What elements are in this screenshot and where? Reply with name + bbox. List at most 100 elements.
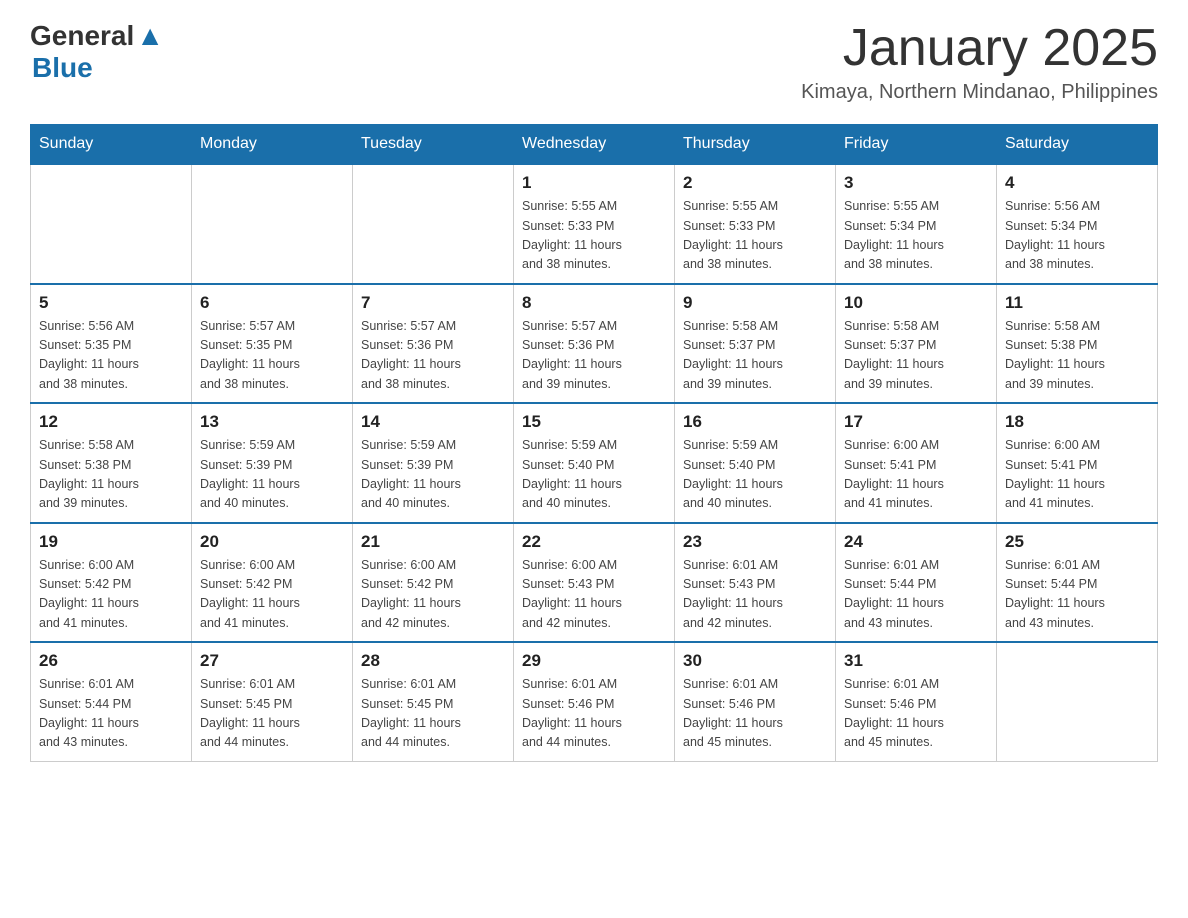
day-info: Sunrise: 5:55 AM Sunset: 5:34 PM Dayligh… (844, 197, 988, 275)
day-info: Sunrise: 6:01 AM Sunset: 5:44 PM Dayligh… (39, 675, 183, 753)
day-number: 28 (361, 651, 505, 671)
day-info: Sunrise: 5:59 AM Sunset: 5:40 PM Dayligh… (522, 436, 666, 514)
calendar-cell: 7 Sunrise: 5:57 AM Sunset: 5:36 PM Daylig… (353, 284, 514, 404)
day-number: 25 (1005, 532, 1149, 552)
calendar-cell: 15 Sunrise: 5:59 AM Sunset: 5:40 PM Dayli… (514, 403, 675, 523)
day-info: Sunrise: 6:00 AM Sunset: 5:42 PM Dayligh… (39, 556, 183, 634)
calendar-cell: 21 Sunrise: 6:00 AM Sunset: 5:42 PM Dayli… (353, 523, 514, 643)
calendar-cell: 18 Sunrise: 6:00 AM Sunset: 5:41 PM Dayli… (997, 403, 1158, 523)
day-info: Sunrise: 6:00 AM Sunset: 5:42 PM Dayligh… (361, 556, 505, 634)
day-info: Sunrise: 5:58 AM Sunset: 5:38 PM Dayligh… (39, 436, 183, 514)
calendar-cell: 23Sunrise: 6:01 AM Sunset: 5:43 PM Dayli… (675, 523, 836, 643)
logo-blue-triangle: ▲ (136, 20, 164, 52)
calendar-cell: 22 Sunrise: 6:00 AM Sunset: 5:43 PM Dayli… (514, 523, 675, 643)
day-number: 26 (39, 651, 183, 671)
day-number: 20 (200, 532, 344, 552)
header-cell-monday: Monday (192, 125, 353, 165)
day-number: 27 (200, 651, 344, 671)
location-subtitle: Kimaya, Northern Mindanao, Philippines (801, 81, 1158, 104)
calendar-cell: 19 Sunrise: 6:00 AM Sunset: 5:42 PM Dayli… (31, 523, 192, 643)
day-info: Sunrise: 5:56 AM Sunset: 5:35 PM Dayligh… (39, 317, 183, 395)
day-number: 30 (683, 651, 827, 671)
day-number: 14 (361, 412, 505, 432)
calendar-cell: 20 Sunrise: 6:00 AM Sunset: 5:42 PM Dayli… (192, 523, 353, 643)
header-cell-thursday: Thursday (675, 125, 836, 165)
calendar-cell: 30 Sunrise: 6:01 AM Sunset: 5:46 PM Dayli… (675, 642, 836, 761)
day-number: 13 (200, 412, 344, 432)
calendar-table: SundayMondayTuesdayWednesdayThursdayFrid… (30, 124, 1158, 762)
day-number: 6 (200, 293, 344, 313)
title-area: January 2025 Kimaya, Northern Mindanao, … (801, 20, 1158, 104)
day-info: Sunrise: 5:58 AM Sunset: 5:37 PM Dayligh… (683, 317, 827, 395)
header: General ▲ Blue January 2025 Kimaya, Nort… (30, 20, 1158, 104)
day-info: Sunrise: 6:00 AM Sunset: 5:43 PM Dayligh… (522, 556, 666, 634)
calendar-cell: 8 Sunrise: 5:57 AM Sunset: 5:36 PM Daylig… (514, 284, 675, 404)
week-row-2: 5 Sunrise: 5:56 AM Sunset: 5:35 PM Daylig… (31, 284, 1158, 404)
day-info: Sunrise: 5:58 AM Sunset: 5:37 PM Dayligh… (844, 317, 988, 395)
calendar-cell: 26 Sunrise: 6:01 AM Sunset: 5:44 PM Dayli… (31, 642, 192, 761)
header-cell-sunday: Sunday (31, 125, 192, 165)
logo-general: General (30, 20, 134, 52)
week-row-5: 26 Sunrise: 6:01 AM Sunset: 5:44 PM Dayli… (31, 642, 1158, 761)
week-row-4: 19 Sunrise: 6:00 AM Sunset: 5:42 PM Dayli… (31, 523, 1158, 643)
header-cell-saturday: Saturday (997, 125, 1158, 165)
header-row: SundayMondayTuesdayWednesdayThursdayFrid… (31, 125, 1158, 165)
month-year-title: January 2025 (801, 20, 1158, 77)
day-info: Sunrise: 6:00 AM Sunset: 5:41 PM Dayligh… (1005, 436, 1149, 514)
calendar-cell: 28Sunrise: 6:01 AM Sunset: 5:45 PM Dayli… (353, 642, 514, 761)
day-info: Sunrise: 6:01 AM Sunset: 5:43 PM Dayligh… (683, 556, 827, 634)
day-number: 18 (1005, 412, 1149, 432)
day-number: 11 (1005, 293, 1149, 313)
calendar-cell: 11 Sunrise: 5:58 AM Sunset: 5:38 PM Dayli… (997, 284, 1158, 404)
day-number: 17 (844, 412, 988, 432)
day-number: 5 (39, 293, 183, 313)
day-number: 15 (522, 412, 666, 432)
day-info: Sunrise: 5:57 AM Sunset: 5:36 PM Dayligh… (522, 317, 666, 395)
day-info: Sunrise: 5:55 AM Sunset: 5:33 PM Dayligh… (683, 197, 827, 275)
day-info: Sunrise: 6:01 AM Sunset: 5:46 PM Dayligh… (844, 675, 988, 753)
day-number: 22 (522, 532, 666, 552)
day-number: 2 (683, 173, 827, 193)
day-info: Sunrise: 5:57 AM Sunset: 5:35 PM Dayligh… (200, 317, 344, 395)
calendar-cell (192, 164, 353, 284)
day-info: Sunrise: 6:01 AM Sunset: 5:46 PM Dayligh… (522, 675, 666, 753)
day-number: 21 (361, 532, 505, 552)
calendar-cell (353, 164, 514, 284)
day-number: 1 (522, 173, 666, 193)
week-row-3: 12 Sunrise: 5:58 AM Sunset: 5:38 PM Dayli… (31, 403, 1158, 523)
day-info: Sunrise: 5:55 AM Sunset: 5:33 PM Dayligh… (522, 197, 666, 275)
logo-blue-text: Blue (32, 52, 93, 83)
calendar-cell: 14Sunrise: 5:59 AM Sunset: 5:39 PM Dayli… (353, 403, 514, 523)
calendar-cell: 2 Sunrise: 5:55 AM Sunset: 5:33 PM Daylig… (675, 164, 836, 284)
day-info: Sunrise: 5:59 AM Sunset: 5:39 PM Dayligh… (200, 436, 344, 514)
day-number: 12 (39, 412, 183, 432)
calendar-cell: 9 Sunrise: 5:58 AM Sunset: 5:37 PM Daylig… (675, 284, 836, 404)
day-number: 29 (522, 651, 666, 671)
day-number: 7 (361, 293, 505, 313)
header-cell-wednesday: Wednesday (514, 125, 675, 165)
day-number: 8 (522, 293, 666, 313)
calendar-cell: 24Sunrise: 6:01 AM Sunset: 5:44 PM Dayli… (836, 523, 997, 643)
calendar-header: SundayMondayTuesdayWednesdayThursdayFrid… (31, 125, 1158, 165)
day-info: Sunrise: 5:57 AM Sunset: 5:36 PM Dayligh… (361, 317, 505, 395)
day-info: Sunrise: 5:56 AM Sunset: 5:34 PM Dayligh… (1005, 197, 1149, 275)
day-number: 9 (683, 293, 827, 313)
calendar-cell (997, 642, 1158, 761)
day-info: Sunrise: 6:00 AM Sunset: 5:42 PM Dayligh… (200, 556, 344, 634)
calendar-cell: 29 Sunrise: 6:01 AM Sunset: 5:46 PM Dayli… (514, 642, 675, 761)
calendar-cell: 5 Sunrise: 5:56 AM Sunset: 5:35 PM Daylig… (31, 284, 192, 404)
header-cell-friday: Friday (836, 125, 997, 165)
logo-blue-label: Blue (32, 52, 164, 84)
header-cell-tuesday: Tuesday (353, 125, 514, 165)
day-number: 31 (844, 651, 988, 671)
day-number: 16 (683, 412, 827, 432)
calendar-cell: 4Sunrise: 5:56 AM Sunset: 5:34 PM Daylig… (997, 164, 1158, 284)
calendar-cell: 17Sunrise: 6:00 AM Sunset: 5:41 PM Dayli… (836, 403, 997, 523)
calendar-cell: 31 Sunrise: 6:01 AM Sunset: 5:46 PM Dayli… (836, 642, 997, 761)
calendar-cell: 10Sunrise: 5:58 AM Sunset: 5:37 PM Dayli… (836, 284, 997, 404)
day-info: Sunrise: 5:59 AM Sunset: 5:40 PM Dayligh… (683, 436, 827, 514)
day-info: Sunrise: 5:58 AM Sunset: 5:38 PM Dayligh… (1005, 317, 1149, 395)
day-number: 19 (39, 532, 183, 552)
calendar-body: 1 Sunrise: 5:55 AM Sunset: 5:33 PM Daylig… (31, 164, 1158, 761)
day-info: Sunrise: 6:01 AM Sunset: 5:46 PM Dayligh… (683, 675, 827, 753)
